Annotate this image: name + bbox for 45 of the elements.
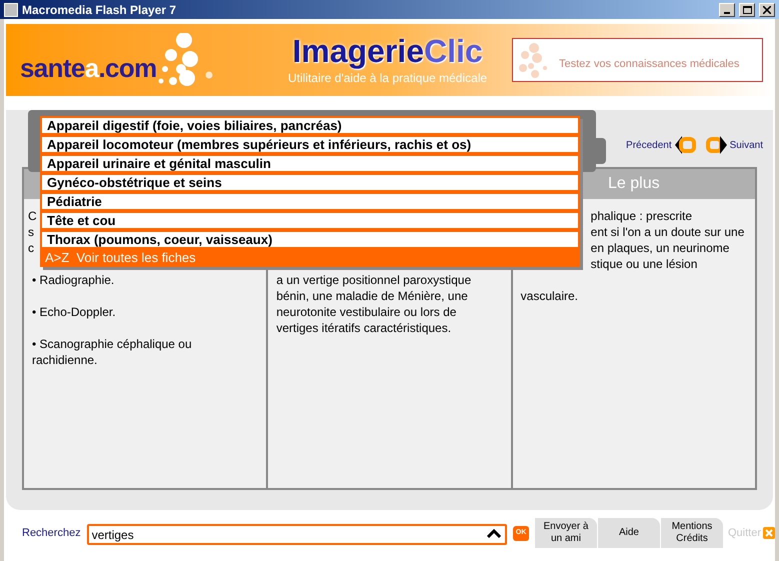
app-icon [4, 2, 18, 16]
text-line: • Scanographie céphalique ou [32, 336, 193, 352]
text-line: bénin, une maladie de Ménière, une [276, 288, 469, 304]
column-title: Le plus [608, 174, 660, 194]
text-line: • Radiographie. [32, 272, 116, 288]
text-fragment: en plaques, un neurinome [590, 240, 730, 256]
maximize-button[interactable] [739, 2, 755, 16]
left-arrow-icon [674, 135, 696, 155]
site-logo: santea.com [20, 52, 157, 84]
close-icon [763, 6, 771, 14]
minimize-button[interactable] [719, 2, 735, 16]
menu-item[interactable]: Appareil urinaire et génital masculin [40, 154, 580, 173]
search-label: Recherchez [22, 526, 81, 541]
text-fragment: s [28, 224, 34, 240]
maximize-icon [742, 6, 752, 14]
footer-tab[interactable]: Aide [598, 518, 660, 548]
text-fragment: c [28, 240, 34, 256]
app-title: ImagerieClic [292, 33, 483, 69]
text-fragment: phalique : prescrite [590, 208, 692, 224]
menu-item[interactable]: Thorax (poumons, coeur, vaisseaux) [40, 230, 580, 249]
menu-item[interactable]: Gynéco-obstétrique et seins [40, 173, 580, 192]
right-arrow-icon [706, 135, 728, 155]
menu-item[interactable]: Appareil locomoteur (membres supérieurs et inférieurs, rachis et os) [40, 135, 580, 154]
next-link[interactable]: Suivant [706, 135, 763, 155]
text-line: rachidienne. [32, 352, 98, 368]
text-line: a un vertige positionnel paroxystique [276, 272, 472, 288]
tagline: Utilitaire d'aide à la pratique médicale [288, 70, 488, 87]
text-line: neurotonite vestibulaire ou lors de [276, 304, 458, 320]
close-button[interactable] [759, 2, 775, 16]
text-fragment: stique ou une lésion [590, 256, 698, 272]
text-line: • Echo-Doppler. [32, 304, 117, 320]
footer-tab[interactable]: Envoyer à un ami [534, 518, 597, 548]
text-line: vertiges itératifs caractéristiques. [276, 320, 452, 336]
search-field[interactable]: vertiges [86, 524, 508, 545]
menu-item[interactable]: Pédiatrie [40, 192, 580, 211]
window-title: Macromedia Flash Player 7 [22, 2, 178, 18]
menu-item[interactable]: Tête et cou [40, 211, 580, 230]
minimize-icon [724, 12, 730, 14]
footer-tab[interactable]: Mentions Crédits [660, 518, 723, 548]
text-fragment: ent si l'on a un doute sur une [590, 224, 744, 240]
text-fragment: C [28, 208, 37, 224]
caret-icon[interactable] [487, 528, 502, 538]
text-line: vasculaire. [520, 288, 580, 304]
previous-link[interactable]: Précedent [626, 135, 696, 155]
menu-item[interactable]: Appareil digestif (foie, voies biliaires, pancréas) [40, 116, 580, 135]
